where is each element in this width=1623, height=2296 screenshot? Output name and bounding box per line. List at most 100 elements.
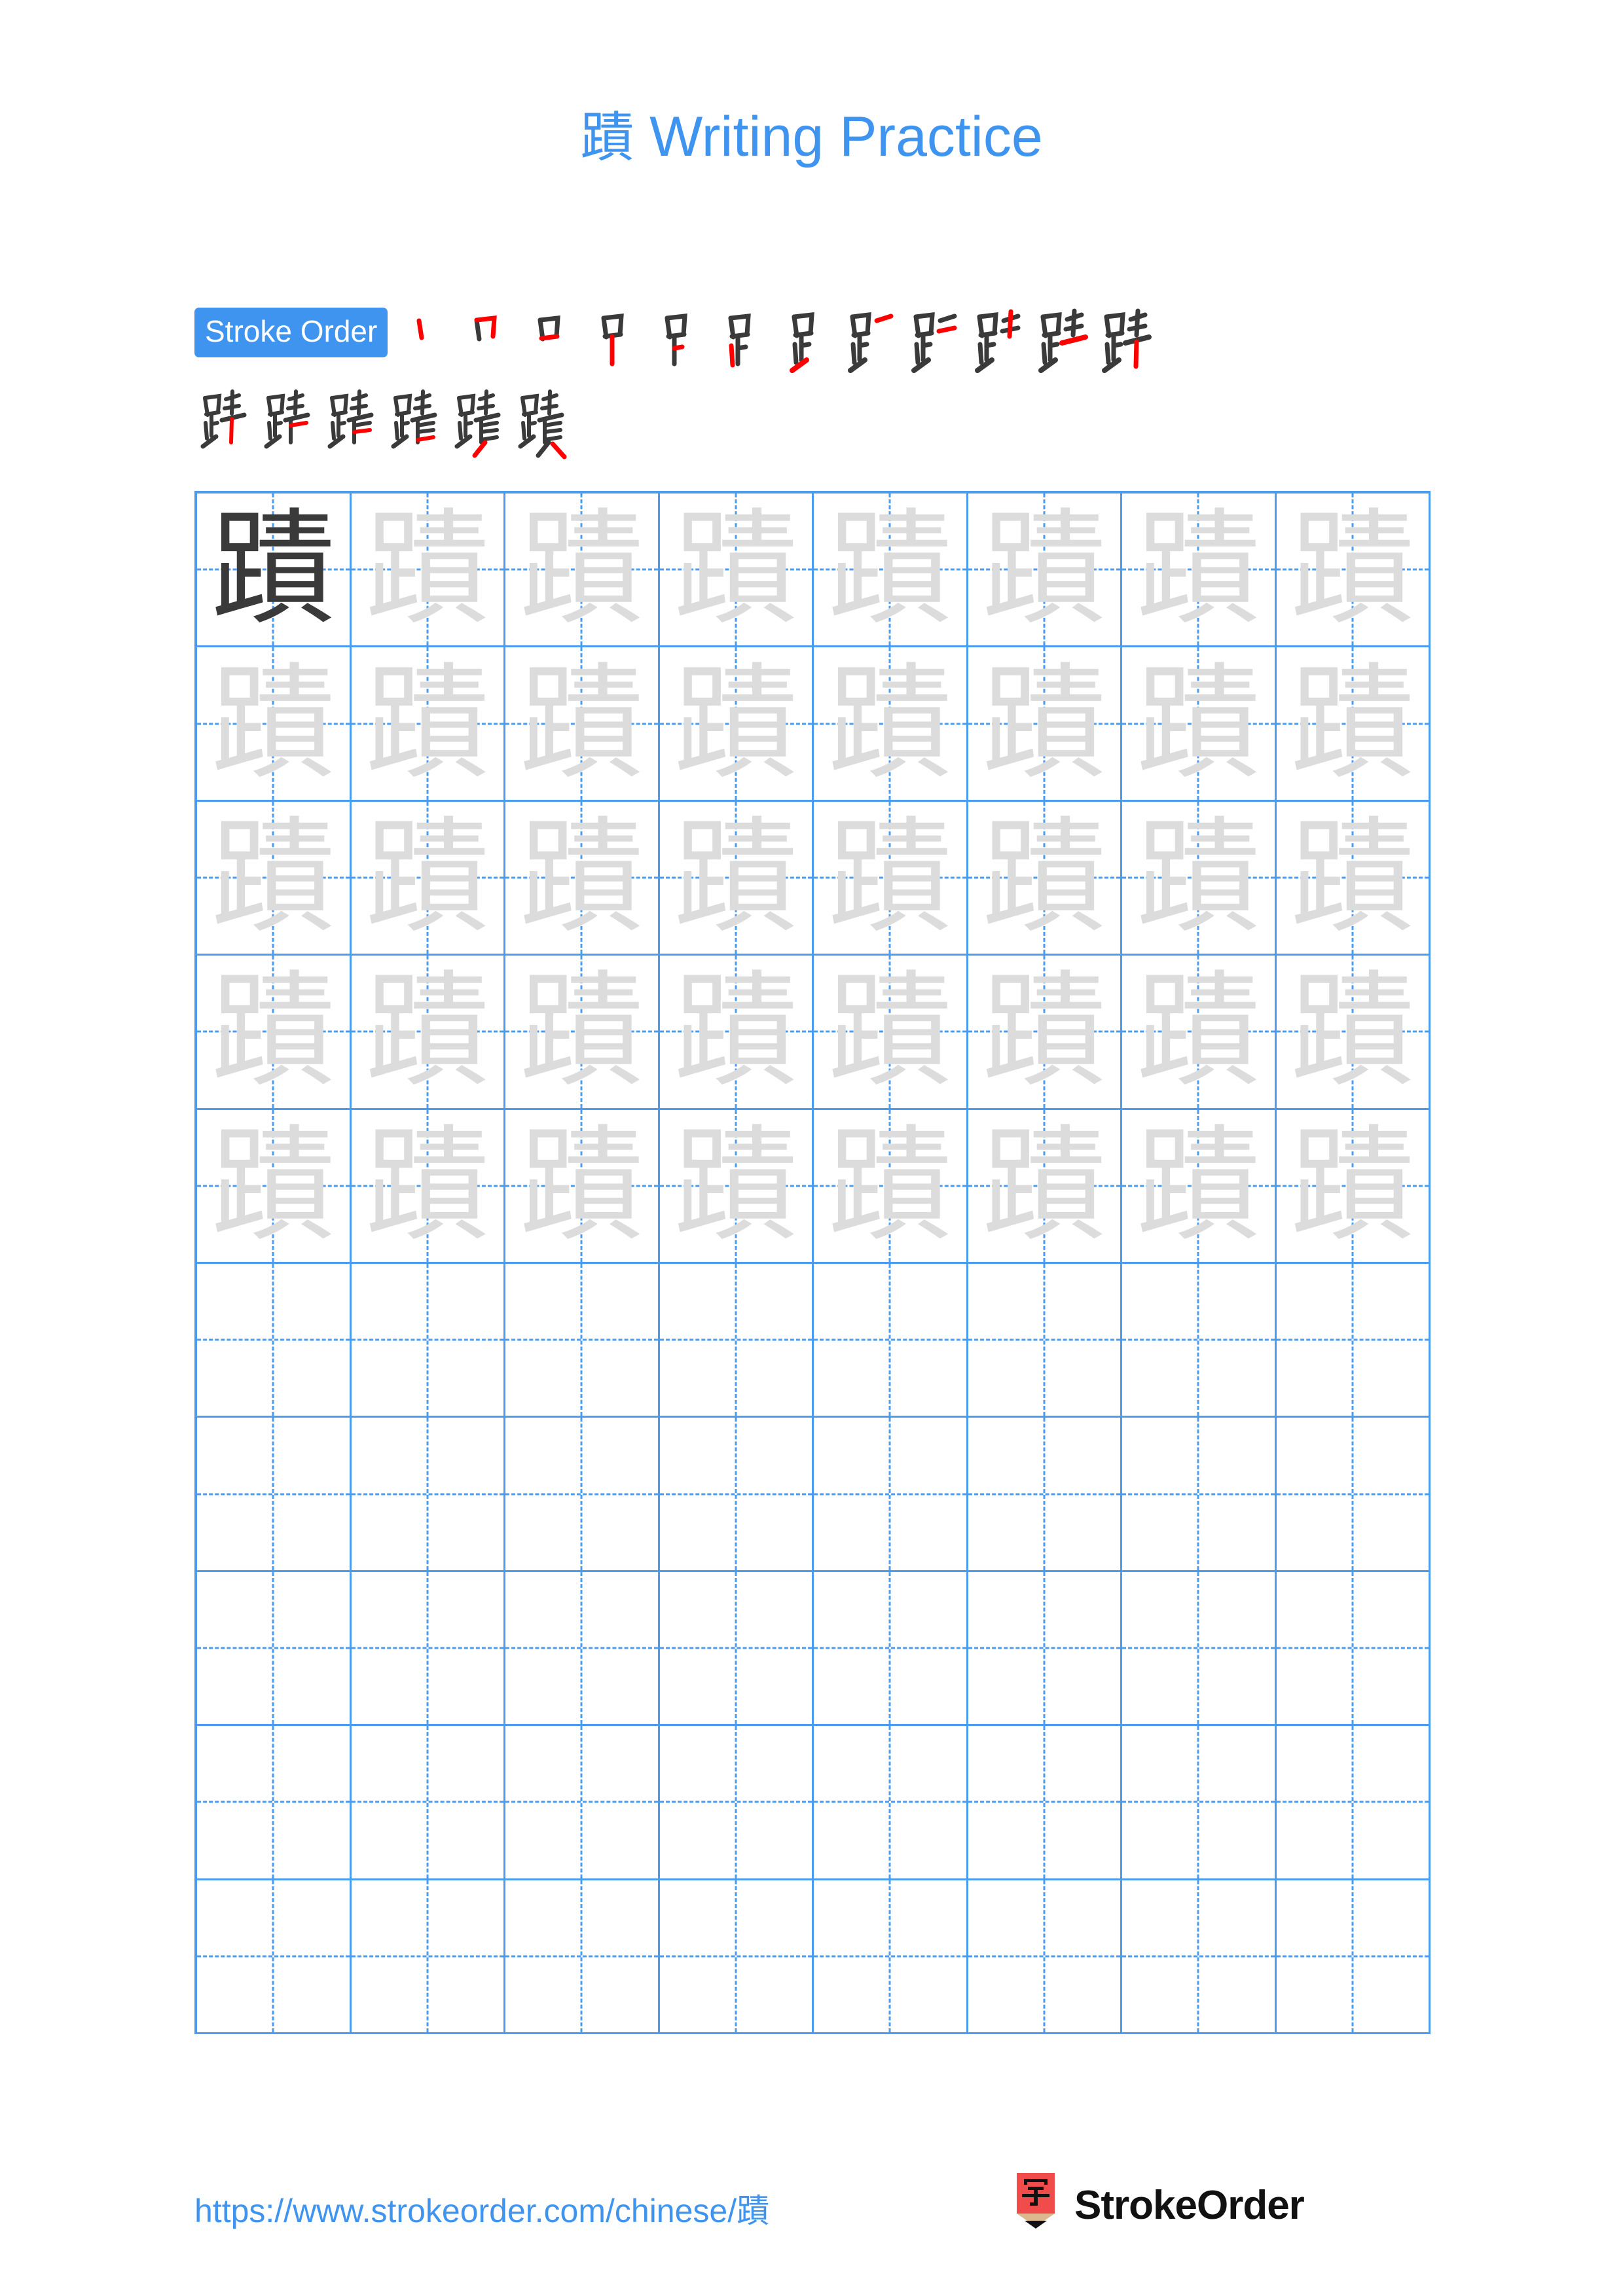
practice-cell-r3-c8[interactable]: 蹟 [1276,801,1431,956]
practice-cell-r9-c8[interactable] [1276,1726,1431,1880]
cell-guide-horizontal [505,1955,658,1958]
pencil-logo-icon [1017,2173,1055,2229]
practice-cell-r5-c6[interactable]: 蹟 [968,1109,1122,1264]
practice-cell-r8-c3[interactable] [505,1571,660,1727]
practice-cell-r8-c8[interactable] [1276,1571,1431,1727]
trace-character: 蹟 [828,804,953,950]
practice-cell-r7-c6[interactable] [968,1418,1122,1572]
practice-cell-r10-c8[interactable] [1276,1880,1431,2034]
practice-cell-r7-c1[interactable] [197,1418,352,1572]
practice-cell-r3-c2[interactable]: 蹟 [351,801,505,956]
practice-cell-r4-c2[interactable]: 蹟 [351,956,505,1110]
practice-cell-r2-c8[interactable]: 蹟 [1276,647,1431,802]
practice-cell-r6-c2[interactable] [351,1263,505,1418]
practice-cell-r1-c2[interactable]: 蹟 [351,493,505,648]
cell-guide-horizontal [505,1493,658,1496]
practice-cell-r8-c7[interactable] [1122,1571,1277,1727]
stroke-step-5 [646,308,709,381]
practice-cell-r8-c1[interactable] [197,1571,352,1727]
practice-cell-r6-c4[interactable] [659,1263,814,1418]
practice-cell-r2-c6[interactable]: 蹟 [968,647,1122,802]
trace-character: 蹟 [1290,1113,1415,1258]
practice-cell-r3-c4[interactable]: 蹟 [659,801,814,956]
practice-cell-r7-c7[interactable] [1122,1418,1277,1572]
practice-cell-r7-c4[interactable] [659,1418,814,1572]
practice-cell-r2-c2[interactable]: 蹟 [351,647,505,802]
practice-cell-r6-c7[interactable] [1122,1263,1277,1418]
practice-cell-r9-c2[interactable] [351,1726,505,1880]
practice-cell-r9-c6[interactable] [968,1726,1122,1880]
practice-cell-r2-c3[interactable]: 蹟 [505,647,660,802]
practice-cell-r9-c3[interactable] [505,1726,660,1880]
trace-character: 蹟 [519,804,644,950]
practice-cell-r1-c5[interactable]: 蹟 [814,493,968,648]
practice-cell-r2-c1[interactable]: 蹟 [197,647,352,802]
practice-cell-r1-c6[interactable]: 蹟 [968,493,1122,648]
practice-cell-r1-c3[interactable]: 蹟 [505,493,660,648]
practice-cell-r7-c3[interactable] [505,1418,660,1572]
practice-cell-r5-c8[interactable]: 蹟 [1276,1109,1431,1264]
stroke-step-6 [709,308,773,381]
practice-cell-r3-c1[interactable]: 蹟 [197,801,352,956]
practice-cell-r10-c3[interactable] [505,1880,660,2034]
practice-cell-r3-c7[interactable]: 蹟 [1122,801,1277,956]
practice-cell-r7-c8[interactable] [1276,1418,1431,1572]
trace-character: 蹟 [673,804,798,950]
practice-cell-r5-c5[interactable]: 蹟 [814,1109,968,1264]
practice-cell-r10-c5[interactable] [814,1880,968,2034]
practice-cell-r1-c7[interactable]: 蹟 [1122,493,1277,648]
trace-character: 蹟 [365,804,490,950]
practice-cell-r5-c1[interactable]: 蹟 [197,1109,352,1264]
stroke-step-13 [194,387,258,461]
stroke-step-18 [512,387,575,461]
footer-url-link[interactable]: https://www.strokeorder.com/chinese/蹟 [194,2185,769,2232]
practice-cell-r8-c5[interactable] [814,1571,968,1727]
practice-cell-r4-c3[interactable]: 蹟 [505,956,660,1110]
practice-cell-r6-c6[interactable] [968,1263,1122,1418]
practice-cell-r6-c5[interactable] [814,1263,968,1418]
practice-cell-r1-c4[interactable]: 蹟 [659,493,814,648]
practice-cell-r7-c2[interactable] [351,1418,505,1572]
practice-cell-r4-c6[interactable]: 蹟 [968,956,1122,1110]
practice-cell-r1-c8[interactable]: 蹟 [1276,493,1431,648]
practice-cell-r8-c2[interactable] [351,1571,505,1727]
practice-cell-r10-c6[interactable] [968,1880,1122,2034]
practice-cell-r5-c4[interactable]: 蹟 [659,1109,814,1264]
practice-cell-r6-c3[interactable] [505,1263,660,1418]
trace-character: 蹟 [673,1113,798,1258]
practice-cell-r3-c5[interactable]: 蹟 [814,801,968,956]
stroke-step-9 [900,308,963,381]
practice-cell-r4-c4[interactable]: 蹟 [659,956,814,1110]
practice-cell-r5-c2[interactable]: 蹟 [351,1109,505,1264]
practice-cell-r3-c3[interactable]: 蹟 [505,801,660,956]
practice-cell-r9-c7[interactable] [1122,1726,1277,1880]
practice-cell-r4-c1[interactable]: 蹟 [197,956,352,1110]
practice-cell-r8-c4[interactable] [659,1571,814,1727]
stroke-step-11 [1027,308,1090,381]
practice-cell-r5-c7[interactable]: 蹟 [1122,1109,1277,1264]
practice-cell-r5-c3[interactable]: 蹟 [505,1109,660,1264]
practice-cell-r9-c5[interactable] [814,1726,968,1880]
practice-cell-r9-c1[interactable] [197,1726,352,1880]
practice-cell-r2-c7[interactable]: 蹟 [1122,647,1277,802]
practice-cell-r10-c2[interactable] [351,1880,505,2034]
practice-cell-r6-c8[interactable] [1276,1263,1431,1418]
practice-cell-r7-c5[interactable] [814,1418,968,1572]
practice-cell-r2-c4[interactable]: 蹟 [659,647,814,802]
practice-cell-r6-c1[interactable] [197,1263,352,1418]
footer: https://www.strokeorder.com/chinese/蹟 St… [0,2173,1623,2265]
practice-cell-r1-c1[interactable]: 蹟 [197,493,352,648]
practice-cell-r3-c6[interactable]: 蹟 [968,801,1122,956]
practice-cell-r4-c7[interactable]: 蹟 [1122,956,1277,1110]
cell-guide-horizontal [505,1647,658,1649]
practice-cell-r10-c4[interactable] [659,1880,814,2034]
practice-cell-r2-c5[interactable]: 蹟 [814,647,968,802]
practice-cell-r4-c8[interactable]: 蹟 [1276,956,1431,1110]
practice-cell-r10-c7[interactable] [1122,1880,1277,2034]
practice-cell-r9-c4[interactable] [659,1726,814,1880]
trace-character: 蹟 [828,959,953,1104]
practice-cell-r4-c5[interactable]: 蹟 [814,956,968,1110]
practice-cell-r8-c6[interactable] [968,1571,1122,1727]
cell-guide-horizontal [968,1338,1120,1341]
practice-cell-r10-c1[interactable] [197,1880,352,2034]
